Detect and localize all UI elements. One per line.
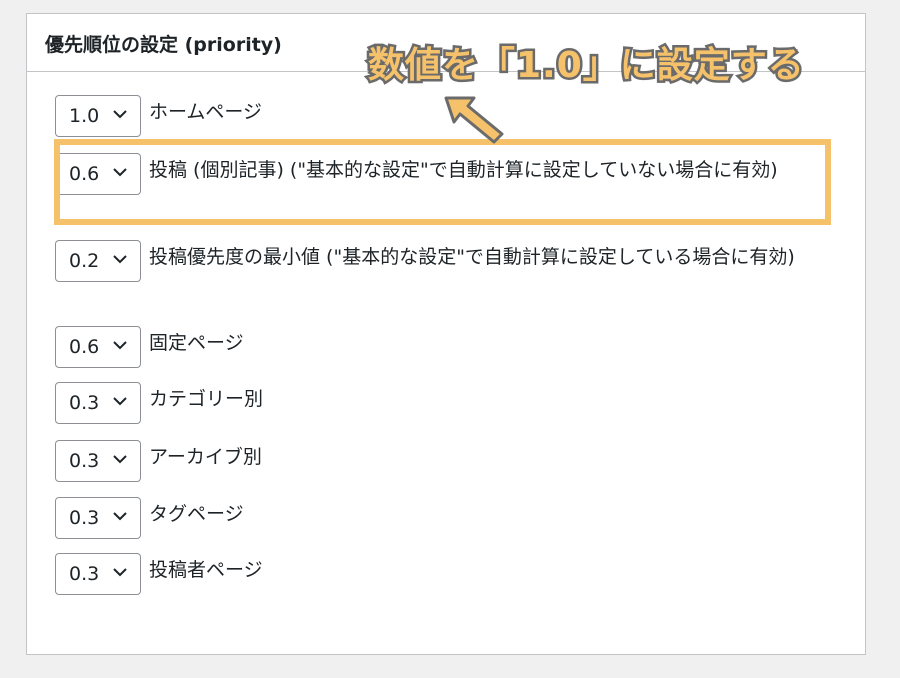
select-value: 0.3 <box>69 392 100 414</box>
select-value: 0.6 <box>69 163 100 185</box>
row-label: 投稿優先度の最小値 ("基本的な設定"で自動計算に設定している場合に有効) <box>149 246 795 268</box>
priority-row-authors: 0.3 投稿者ページ <box>55 553 815 595</box>
priority-row-categories: 0.3 カテゴリー別 <box>55 382 815 424</box>
row-label: アーカイブ別 <box>149 446 262 468</box>
screen: 優先順位の設定 (priority) 1.0 ホームページ 0.6 投稿 (個別… <box>0 0 900 678</box>
select-value: 0.3 <box>69 450 100 472</box>
chevron-down-icon <box>113 341 127 350</box>
priority-row-tags: 0.3 タグページ <box>55 497 815 539</box>
row-label: 投稿者ページ <box>149 559 263 581</box>
priority-row-homepage: 1.0 ホームページ <box>55 95 815 137</box>
chevron-down-icon <box>113 455 127 464</box>
select-value: 0.2 <box>69 250 100 272</box>
priority-select-authors[interactable]: 0.3 <box>55 553 141 595</box>
row-label: 固定ページ <box>149 332 244 354</box>
priority-select-post-minimum[interactable]: 0.2 <box>55 240 141 282</box>
priority-select-archives[interactable]: 0.3 <box>55 440 141 482</box>
select-value: 0.3 <box>69 563 100 585</box>
priority-row-archives: 0.3 アーカイブ別 <box>55 440 815 482</box>
chevron-down-icon <box>113 110 127 119</box>
priority-row-post-minimum: 0.2 投稿優先度の最小値 ("基本的な設定"で自動計算に設定している場合に有効… <box>55 240 815 282</box>
select-value: 1.0 <box>69 105 100 127</box>
row-label: ホームページ <box>149 101 263 123</box>
chevron-down-icon <box>113 397 127 406</box>
chevron-down-icon <box>113 512 127 521</box>
annotation-callout: 数値を「1.0」に設定する <box>366 43 807 89</box>
priority-row-pages: 0.6 固定ページ <box>55 326 815 368</box>
priority-row-posts: 0.6 投稿 (個別記事) ("基本的な設定"で自動計算に設定していない場合に有… <box>55 153 815 195</box>
row-label: カテゴリー別 <box>149 388 264 410</box>
chevron-down-icon <box>113 568 127 577</box>
select-value: 0.3 <box>69 507 100 529</box>
chevron-down-icon <box>113 168 127 177</box>
chevron-down-icon <box>113 255 127 264</box>
priority-select-categories[interactable]: 0.3 <box>55 382 141 424</box>
priority-select-homepage[interactable]: 1.0 <box>55 95 141 137</box>
priority-select-pages[interactable]: 0.6 <box>55 326 141 368</box>
priority-settings-panel: 優先順位の設定 (priority) 1.0 ホームページ 0.6 投稿 (個別… <box>26 13 866 655</box>
priority-select-tags[interactable]: 0.3 <box>55 497 141 539</box>
row-label: 投稿 (個別記事) ("基本的な設定"で自動計算に設定していない場合に有効) <box>149 159 778 181</box>
row-label: タグページ <box>149 503 244 525</box>
priority-select-posts[interactable]: 0.6 <box>55 153 141 195</box>
select-value: 0.6 <box>69 336 100 358</box>
